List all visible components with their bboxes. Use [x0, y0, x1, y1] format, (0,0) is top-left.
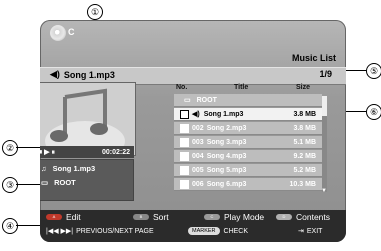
- song-number: 006: [192, 180, 204, 188]
- prev-next-label: PREVIOUS/NEXT PAGE: [76, 227, 154, 235]
- checkbox[interactable]: [180, 109, 189, 119]
- list-item[interactable]: 003 Song 3.mp3 5.1 MB: [174, 136, 322, 149]
- disc-label: C: [68, 27, 75, 37]
- folder-label: ROOT: [196, 96, 217, 104]
- speaker-icon: ◀): [192, 111, 200, 118]
- playback-controls-icons: ■ ▶ ⏸: [40, 148, 56, 156]
- marker-button-icon: MARKER: [188, 227, 220, 235]
- song-size: 3.8 MB: [293, 110, 316, 118]
- song-title: Song 2.mp3: [206, 124, 247, 132]
- song-size: 3.8 MB: [293, 124, 316, 132]
- song-title: Song 6.mp3: [206, 180, 247, 188]
- info-song-title: Song 1.mp3: [52, 163, 96, 173]
- callout-4-line: [16, 225, 42, 226]
- checkbox[interactable]: [180, 165, 189, 175]
- info-folder: ROOT: [54, 177, 76, 187]
- callout-5-label: ⑤: [369, 65, 379, 76]
- exit-button[interactable]: ⇥ EXIT: [298, 227, 323, 236]
- prev-next-page-hint[interactable]: |◀◀ ▶▶| PREVIOUS/NEXT PAGE: [46, 227, 154, 236]
- song-title: Song 3.mp3: [206, 138, 247, 146]
- playback-time-bar: ■ ▶ ⏸ 00:02:22: [40, 146, 134, 158]
- callout-4-label: ④: [5, 220, 15, 231]
- speaker-icon: ◀): [50, 69, 60, 79]
- callout-2: ②: [2, 140, 18, 156]
- checkbox[interactable]: [180, 123, 189, 133]
- list-item[interactable]: 002 Song 2.mp3 3.8 MB: [174, 122, 322, 135]
- checkbox[interactable]: [180, 179, 189, 189]
- marker-check-hint[interactable]: MARKER CHECK: [188, 227, 248, 235]
- play-mode-label: Play Mode: [224, 212, 265, 222]
- song-size: 10.3 MB: [289, 180, 316, 188]
- contents-button[interactable]: D Contents: [276, 212, 330, 222]
- callout-1-label: ①: [90, 6, 100, 17]
- check-label: CHECK: [223, 227, 249, 235]
- play-mode-button[interactable]: C Play Mode: [204, 212, 264, 222]
- song-number: 002: [192, 124, 204, 132]
- music-notes-image: [40, 83, 135, 155]
- page-title: Music List: [291, 53, 336, 63]
- album-art: [40, 82, 136, 156]
- callout-6-label: ⑥: [369, 106, 379, 117]
- song-number: 005: [192, 166, 204, 174]
- checkbox[interactable]: [180, 151, 189, 161]
- bottom-control-bar: A Edit B Sort C Play Mode D Contents |◀◀…: [40, 210, 346, 242]
- c-button-icon: C: [204, 214, 220, 220]
- list-item[interactable]: ◀) Song 1.mp3 3.8 MB: [174, 108, 322, 121]
- now-playing-info: ♫ Song 1.mp3 ▭ ROOT: [40, 159, 134, 201]
- page-indicator: 1/9: [319, 69, 332, 79]
- song-size: 5.1 MB: [293, 138, 316, 146]
- col-size: Size: [296, 84, 311, 91]
- now-playing-title: Song 1.mp3: [63, 69, 115, 80]
- col-no: No.: [176, 84, 188, 91]
- playback-time: 00:02:22: [101, 148, 130, 156]
- now-playing: ◀) Song 1.mp3: [50, 69, 115, 80]
- song-title: Song 1.mp3: [203, 110, 244, 118]
- sort-label: Sort: [153, 212, 169, 222]
- exit-label: EXIT: [306, 227, 323, 235]
- song-size: 5.2 MB: [293, 166, 316, 174]
- b-button-icon: B: [133, 214, 149, 220]
- sort-button[interactable]: B Sort: [133, 212, 169, 222]
- d-button-icon: D: [276, 214, 292, 220]
- callout-3: ③: [2, 177, 18, 193]
- callout-4: ④: [2, 218, 18, 234]
- checkbox[interactable]: [180, 137, 189, 147]
- edit-label: Edit: [66, 212, 81, 222]
- folder-icon: ▭: [184, 97, 191, 104]
- list-item[interactable]: 004 Song 4.mp3 9.2 MB: [174, 150, 322, 163]
- list-item[interactable]: 005 Song 5.mp3 5.2 MB: [174, 164, 322, 177]
- song-number: 004: [192, 152, 204, 160]
- song-title: Song 5.mp3: [206, 166, 247, 174]
- callout-5-line: [346, 70, 366, 71]
- col-title: Title: [234, 84, 249, 91]
- music-list-screen: C Music List ◀) Song 1.mp3 1/9 ■ ▶ ⏸ 00:…: [40, 20, 346, 242]
- exit-icon: ⇥: [298, 228, 304, 235]
- callout-2-label: ②: [5, 142, 15, 153]
- list-item-root-folder[interactable]: ▭ ROOT: [174, 94, 322, 107]
- scrollbar-thumb[interactable]: [322, 96, 327, 116]
- a-button-icon: A: [46, 214, 62, 220]
- music-note-icon: ♫: [41, 163, 47, 173]
- list-item[interactable]: 006 Song 6.mp3 10.3 MB: [174, 178, 322, 191]
- skip-icon: |◀◀ ▶▶|: [46, 228, 74, 235]
- scroll-down-arrow-icon[interactable]: ▼: [321, 188, 327, 194]
- song-number: 003: [192, 138, 204, 146]
- folder-icon: ▭: [41, 177, 49, 187]
- callout-1: ①: [87, 4, 103, 20]
- edit-button[interactable]: A Edit: [46, 212, 81, 222]
- song-size: 9.2 MB: [293, 152, 316, 160]
- song-title: Song 4.mp3: [206, 152, 247, 160]
- callout-6: ⑥: [366, 104, 381, 120]
- contents-label: Contents: [296, 212, 331, 222]
- disc-icon: [50, 25, 66, 41]
- callout-5: ⑤: [366, 63, 381, 79]
- callout-3-label: ③: [5, 179, 15, 190]
